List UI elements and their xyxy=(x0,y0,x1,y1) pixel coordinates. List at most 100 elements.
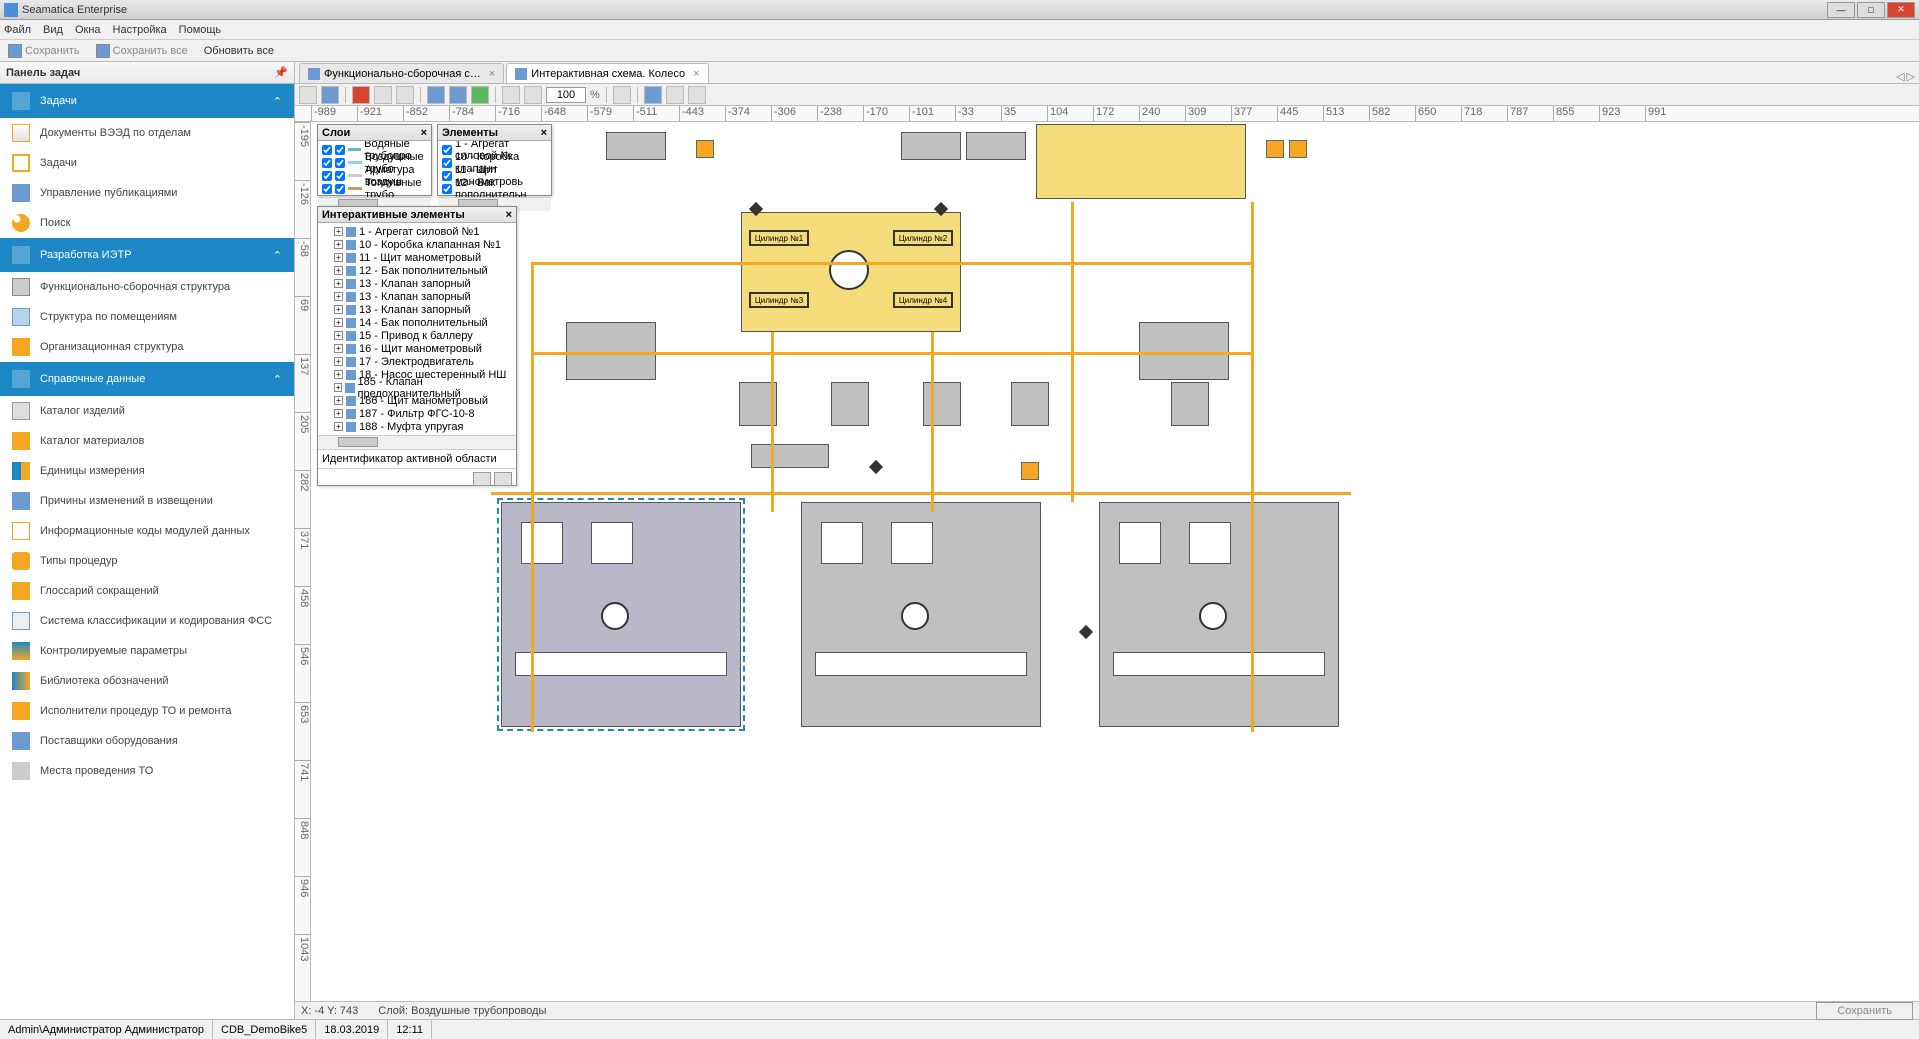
tool-select[interactable] xyxy=(666,86,684,104)
sidebar-item[interactable]: Функционально-сборочная структура xyxy=(0,272,294,302)
sidebar-item[interactable]: Поиск xyxy=(0,208,294,238)
junction-box[interactable] xyxy=(1171,382,1209,426)
save-all-button[interactable]: Сохранить все xyxy=(92,42,192,60)
sidebar-item[interactable]: Система классификации и кодирования ФСС xyxy=(0,606,294,636)
tree-item[interactable]: +16 - Щит манометровый xyxy=(320,342,514,355)
sidebar-item[interactable]: Управление публикациями xyxy=(0,178,294,208)
tool-paste[interactable] xyxy=(449,86,467,104)
pin-icon[interactable]: 📌 xyxy=(274,66,288,80)
tree-item[interactable]: +12 - Бак пополнительный xyxy=(320,264,514,277)
element-row[interactable]: 12 - Бак пополнительн xyxy=(440,182,549,195)
refresh-all-button[interactable]: Обновить все xyxy=(200,43,278,59)
schematic-canvas[interactable]: Слои× Водяные трубопроВоздушные трубоАрм… xyxy=(311,122,1919,1001)
sidebar-item[interactable]: Места проведения ТО xyxy=(0,756,294,786)
sidebar-item[interactable]: Библиотека обозначений xyxy=(0,666,294,696)
link-button[interactable] xyxy=(473,472,491,486)
cylinder-1[interactable]: Цилиндр №1 xyxy=(749,230,809,246)
menu-view[interactable]: Вид xyxy=(43,24,63,36)
central-pump[interactable] xyxy=(829,250,869,290)
sidebar-item[interactable]: Причины изменений в извещении xyxy=(0,486,294,516)
sidebar-item[interactable]: Единицы измерения xyxy=(0,456,294,486)
sidebar-item[interactable]: Исполнители процедур ТО и ремонта xyxy=(0,696,294,726)
tool-image[interactable] xyxy=(471,86,489,104)
tree-item[interactable]: +17 - Электродвигатель xyxy=(320,355,514,368)
tool-grid[interactable] xyxy=(613,86,631,104)
junction-box[interactable] xyxy=(923,382,961,426)
sidebar-item[interactable]: Поставщики оборудования xyxy=(0,726,294,756)
valve-block-left[interactable] xyxy=(566,322,656,380)
tree-item[interactable]: +14 - Бак пополнительный xyxy=(320,316,514,329)
tool-undo[interactable] xyxy=(374,86,392,104)
menu-file[interactable]: Файл xyxy=(4,24,31,36)
valve-block-right[interactable] xyxy=(1139,322,1229,380)
sidebar-item[interactable]: Информационные коды модулей данных xyxy=(0,516,294,546)
tree-item[interactable]: +10 - Коробка клапанная №1 xyxy=(320,238,514,251)
close-icon[interactable]: × xyxy=(421,127,427,139)
minimize-button[interactable]: — xyxy=(1827,2,1855,18)
tree-item[interactable]: +13 - Клапан запорный xyxy=(320,290,514,303)
tool-link[interactable] xyxy=(688,86,706,104)
tab-schema[interactable]: Интерактивная схема. Колесо× xyxy=(506,63,708,83)
tab-prev[interactable]: ◁ xyxy=(1896,70,1904,83)
sidebar-item[interactable]: Каталог изделий xyxy=(0,396,294,426)
close-icon[interactable]: × xyxy=(541,127,547,139)
junction-box[interactable] xyxy=(1011,382,1049,426)
tool-save[interactable] xyxy=(321,86,339,104)
sidebar-item[interactable]: Организационная структура xyxy=(0,332,294,362)
cylinder-3[interactable]: Цилиндр №3 xyxy=(749,292,809,308)
layers-panel[interactable]: Слои× Водяные трубопроВоздушные трубоАрм… xyxy=(317,124,432,196)
tank[interactable] xyxy=(1266,140,1284,158)
menu-windows[interactable]: Окна xyxy=(75,24,101,36)
tree-item[interactable]: +1 - Агрегат силовой №1 xyxy=(320,225,514,238)
unlink-button[interactable] xyxy=(494,472,512,486)
junction-box[interactable] xyxy=(831,382,869,426)
tree-item[interactable]: +13 - Клапан запорный xyxy=(320,303,514,316)
menu-help[interactable]: Помощь xyxy=(179,24,222,36)
save-button[interactable]: Сохранить xyxy=(4,42,84,60)
tab-structure[interactable]: Функционально-сборочная с…× xyxy=(299,63,504,83)
zoom-input[interactable] xyxy=(546,87,586,103)
interactive-panel[interactable]: Интерактивные элементы× +1 - Агрегат сил… xyxy=(317,206,517,486)
sidebar-item[interactable]: Глоссарий сокращений xyxy=(0,576,294,606)
tree-item[interactable]: +15 - Привод к баллеру xyxy=(320,329,514,342)
sidebar-section-header[interactable]: Справочные данные⌃ xyxy=(0,362,294,396)
cylinder-2[interactable]: Цилиндр №2 xyxy=(893,230,953,246)
tank[interactable] xyxy=(1289,140,1307,158)
sidebar-item[interactable]: Типы процедур xyxy=(0,546,294,576)
close-icon[interactable]: × xyxy=(489,68,495,80)
tool-copy[interactable] xyxy=(427,86,445,104)
canvas-save-button[interactable]: Сохранить xyxy=(1816,1002,1913,1020)
tank[interactable] xyxy=(696,140,714,158)
sidebar-item[interactable]: Контролируемые параметры xyxy=(0,636,294,666)
close-icon[interactable]: × xyxy=(693,68,699,80)
gauge-bank[interactable] xyxy=(751,444,829,468)
sidebar-section-header[interactable]: Задачи⌃ xyxy=(0,84,294,118)
tool-layer[interactable] xyxy=(644,86,662,104)
tree-item[interactable]: +185 - Клапан предохранительный xyxy=(320,381,514,394)
tool-zoom-out[interactable] xyxy=(524,86,542,104)
tool-redo[interactable] xyxy=(396,86,414,104)
tree-item[interactable]: +186 - Щит манометровый xyxy=(320,394,514,407)
component-bank[interactable] xyxy=(966,132,1026,160)
sidebar-item[interactable]: Задачи xyxy=(0,148,294,178)
control-block[interactable] xyxy=(1036,124,1246,199)
maximize-button[interactable]: □ xyxy=(1857,2,1885,18)
tree-item[interactable]: +13 - Клапан запорный xyxy=(320,277,514,290)
component-bank[interactable] xyxy=(901,132,961,160)
tab-next[interactable]: ▷ xyxy=(1907,70,1915,83)
layer-row[interactable]: Топливные трубо xyxy=(320,182,429,195)
close-icon[interactable]: × xyxy=(506,209,512,221)
tool-zoom-in[interactable] xyxy=(502,86,520,104)
sidebar-section-header[interactable]: Разработка ИЭТР⌃ xyxy=(0,238,294,272)
cylinder-4[interactable]: Цилиндр №4 xyxy=(893,292,953,308)
component-bank[interactable] xyxy=(606,132,666,160)
sidebar-item[interactable]: Структура по помещениям xyxy=(0,302,294,332)
close-button[interactable]: ✕ xyxy=(1887,2,1915,18)
tool-new[interactable] xyxy=(299,86,317,104)
tree-item[interactable]: +11 - Щит манометровый xyxy=(320,251,514,264)
menu-settings[interactable]: Настройка xyxy=(113,24,167,36)
tree-item[interactable]: +187 - Фильтр ФГС-10-8 xyxy=(320,407,514,420)
tree-item[interactable]: +188 - Муфта упругая xyxy=(320,420,514,433)
sidebar-item[interactable]: Каталог материалов xyxy=(0,426,294,456)
tool-delete[interactable] xyxy=(352,86,370,104)
